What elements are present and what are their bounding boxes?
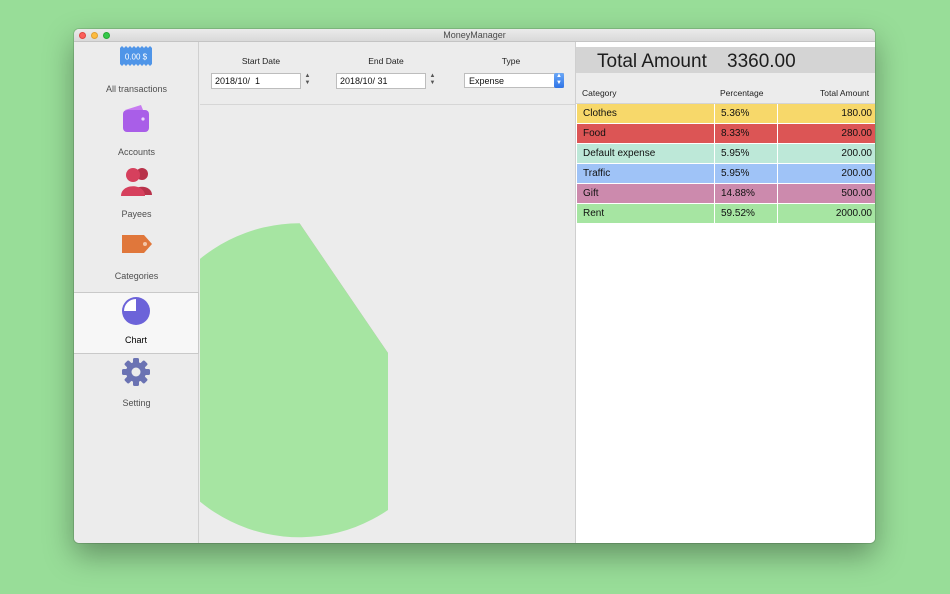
amount-cell: 200.00 <box>841 168 872 179</box>
table-row[interactable]: Default expense 5.95% 200.00 <box>577 144 875 164</box>
gear-icon <box>122 358 150 386</box>
sidebar-item-setting[interactable]: Setting <box>74 355 199 417</box>
sidebar-item-label: Setting <box>122 398 151 408</box>
category-cell: Default expense <box>577 144 715 163</box>
wallet-icon <box>123 105 149 132</box>
app-window: MoneyManager 0.00 $ All transactions Acc… <box>74 29 875 543</box>
column-header-total-amount[interactable]: Total Amount <box>820 88 869 98</box>
amount-cell: 280.00 <box>841 128 872 139</box>
table-row[interactable]: Rent 59.52% 2000.00 <box>577 204 875 224</box>
balance-badge-text: 0.00 $ <box>125 53 148 62</box>
table-row[interactable]: Gift 14.88% 500.00 <box>577 184 875 204</box>
amount-cell: 180.00 <box>841 108 872 119</box>
percentage-cell: 59.52% <box>716 204 778 223</box>
start-date-field[interactable]: 2018/10/ 1 <box>211 73 301 89</box>
table-row[interactable]: Traffic 5.95% 200.00 <box>577 164 875 184</box>
category-cell: Rent <box>577 204 715 223</box>
total-amount-label: Total Amount <box>597 51 707 72</box>
amount-cell: 2000.00 <box>835 208 872 219</box>
percentage-cell: 14.88% <box>716 184 778 203</box>
receipt-icon: 0.00 $ <box>120 46 152 66</box>
type-select[interactable]: Expense ▲ ▼ <box>464 73 564 88</box>
people-icon <box>121 168 152 196</box>
sidebar-item-all-transactions[interactable]: 0.00 $ All transactions <box>74 42 199 102</box>
pie-slice-rent <box>142 223 388 538</box>
tag-icon <box>122 235 152 253</box>
percentage-cell: 5.95% <box>716 144 778 163</box>
sidebar: 0.00 $ All transactions Accounts Payees <box>74 42 199 543</box>
end-date-label: End Date <box>368 56 404 66</box>
chevron-updown-icon: ▲ ▼ <box>554 73 564 88</box>
title-bar: MoneyManager <box>74 29 875 42</box>
sidebar-item-label: Payees <box>121 209 152 219</box>
type-select-value: Expense <box>469 76 505 86</box>
pie-chart <box>142 223 388 538</box>
sidebar-item-payees[interactable]: Payees <box>74 166 199 226</box>
column-header-percentage[interactable]: Percentage <box>720 88 763 98</box>
start-date-label: Start Date <box>241 56 281 66</box>
percentage-cell: 5.36% <box>716 104 778 123</box>
chart-area <box>142 106 575 543</box>
category-cell: Clothes <box>577 104 715 123</box>
column-header-category[interactable]: Category <box>582 88 617 98</box>
sidebar-item-label: All transactions <box>105 84 168 94</box>
amount-cell: 200.00 <box>841 148 872 159</box>
category-table-body: Clothes 5.36% 180.00 Food 8.33% 280.00 Default… <box>577 104 875 224</box>
percentage-cell: 8.33% <box>716 124 778 143</box>
pie-chart-icon <box>122 297 150 325</box>
table-row[interactable]: Clothes 5.36% 180.00 <box>577 104 875 124</box>
sidebar-item-label: Categories <box>114 271 159 281</box>
category-cell: Gift <box>577 184 715 203</box>
total-amount-bar: Total Amount 3360.00 <box>576 47 875 73</box>
type-label: Type <box>501 56 521 66</box>
sidebar-item-accounts[interactable]: Accounts <box>74 104 199 164</box>
end-date-field[interactable]: 2018/10/ 31 <box>336 73 426 89</box>
sidebar-item-chart[interactable]: Chart <box>74 292 199 354</box>
table-row[interactable]: Food 8.33% 280.00 <box>577 124 875 144</box>
start-date-stepper[interactable]: ▲ ▼ <box>304 73 311 89</box>
amount-cell: 500.00 <box>841 188 872 199</box>
window-title: MoneyManager <box>443 30 506 40</box>
summary-panel: Total Amount 3360.00 Category Percentage… <box>575 42 875 543</box>
end-date-stepper[interactable]: ▲ ▼ <box>429 73 436 89</box>
sidebar-item-label: Accounts <box>117 147 156 157</box>
total-amount-value: 3360.00 <box>727 51 796 72</box>
filter-bar: Start Date 2018/10/ 1 ▲ ▼ End Date 2018/1… <box>200 42 575 105</box>
category-cell: Food <box>577 124 715 143</box>
sidebar-item-categories[interactable]: Categories <box>74 228 199 288</box>
percentage-cell: 5.95% <box>716 164 778 183</box>
sidebar-item-label: Chart <box>124 335 147 345</box>
table-header: Category Percentage Total Amount <box>576 73 875 104</box>
category-cell: Traffic <box>577 164 715 183</box>
